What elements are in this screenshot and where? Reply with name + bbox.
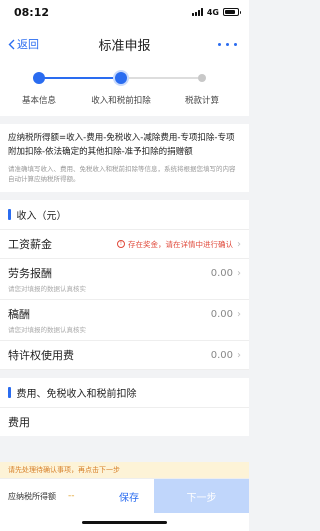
nav-bar: 返回 标准申报 <box>0 24 249 64</box>
battery-icon <box>223 8 241 16</box>
royalty-hint: 请您对填报的数据认真核实 <box>8 326 86 334</box>
section-marker <box>8 209 11 220</box>
income-row-salary[interactable]: 工资薪金 ! 存在奖金，请在详情中进行确认 › <box>0 230 249 259</box>
salary-warning: ! 存在奖金，请在详情中进行确认 <box>117 239 233 250</box>
back-button[interactable]: 返回 <box>8 36 39 52</box>
status-time: 08:12 <box>14 5 50 19</box>
pending-warning-banner: 请先处理待确认事项，再点击下一步 <box>0 462 249 478</box>
deduction-section-title: 费用、免税收入和税前扣除 <box>16 389 137 400</box>
formula-note: 请准确填写收入、费用、免税收入和税前扣除等信息，系统将根据您填写的内容自动计算应… <box>8 165 236 183</box>
income-section-header: 收入（元） <box>0 200 249 230</box>
expense-label: 费用 <box>8 416 30 429</box>
bottom-action-bar: 应纳税所得额 -- 保存 下一步 <box>0 478 249 514</box>
step-connector-pending <box>121 77 204 79</box>
chevron-right-icon: › <box>237 267 241 279</box>
franchise-label: 特许权使用费 <box>8 349 74 362</box>
salary-warning-text: 存在奖金，请在详情中进行确认 <box>128 239 233 249</box>
page-title: 标准申报 <box>98 38 151 54</box>
franchise-value: 0.00 <box>210 349 233 361</box>
warning-icon: ! <box>117 240 125 248</box>
signal-icon <box>191 8 203 16</box>
status-bar: 08:12 4G <box>0 0 249 24</box>
chevron-right-icon: › <box>237 308 241 320</box>
formula-card: 应纳税所得额=收入-费用-免税收入-减除费用-专项扣除-专项附加扣除-依法确定的… <box>0 124 249 192</box>
status-icons: 4G <box>191 7 241 17</box>
next-step-button[interactable]: 下一步 <box>154 478 249 514</box>
income-row-labor[interactable]: 劳务报酬 0.00 › 请您对填报的数据认真核实 <box>0 259 249 300</box>
labor-label: 劳务报酬 <box>8 267 52 280</box>
formula-text: 应纳税所得额=收入-费用-免税收入-减除费用-专项扣除-专项附加扣除-依法确定的… <box>8 133 235 157</box>
step-dot-basic-info <box>33 72 45 84</box>
labor-value: 0.00 <box>210 267 233 279</box>
step-label-tax-calc: 税款计算 <box>184 96 220 106</box>
network-type: 4G <box>206 7 219 17</box>
home-indicator[interactable] <box>82 521 167 524</box>
home-indicator-area <box>0 513 249 531</box>
royalty-value: 0.00 <box>210 308 233 320</box>
more-menu-icon[interactable] <box>218 42 241 46</box>
taxable-income-value: -- <box>68 491 75 501</box>
deduction-row-expense[interactable]: 费用 <box>0 408 249 436</box>
income-row-royalty[interactable]: 稿酬 0.00 › 请您对填报的数据认真核实 <box>0 300 249 341</box>
income-section-title: 收入（元） <box>16 211 67 222</box>
salary-label: 工资薪金 <box>8 238 52 251</box>
step-connector-done <box>39 77 121 79</box>
deduction-section-header: 费用、免税收入和税前扣除 <box>0 378 249 408</box>
save-button[interactable]: 保存 <box>104 489 154 504</box>
chevron-right-icon: › <box>237 349 241 361</box>
income-section: 收入（元） 工资薪金 ! 存在奖金，请在详情中进行确认 › 劳务报酬 0.00 … <box>0 200 249 370</box>
step-dot-tax-calc <box>198 74 206 82</box>
labor-hint: 请您对填报的数据认真核实 <box>8 285 86 293</box>
royalty-label: 稿酬 <box>8 308 30 321</box>
taxable-income-label: 应纳税所得额 <box>8 491 56 501</box>
step-progress: 基本信息 收入和税前扣除 税款计算 <box>0 64 249 116</box>
step-dot-income <box>115 72 127 84</box>
step-label-income: 收入和税前扣除 <box>91 96 151 106</box>
chevron-left-icon <box>8 39 15 49</box>
deduction-section: 费用、免税收入和税前扣除 费用 <box>0 378 249 436</box>
step-label-basic-info: 基本信息 <box>21 96 57 106</box>
section-marker <box>8 387 11 398</box>
back-label: 返回 <box>17 38 39 51</box>
income-row-franchise[interactable]: 特许权使用费 0.00 › <box>0 341 249 370</box>
chevron-right-icon: › <box>237 238 241 250</box>
